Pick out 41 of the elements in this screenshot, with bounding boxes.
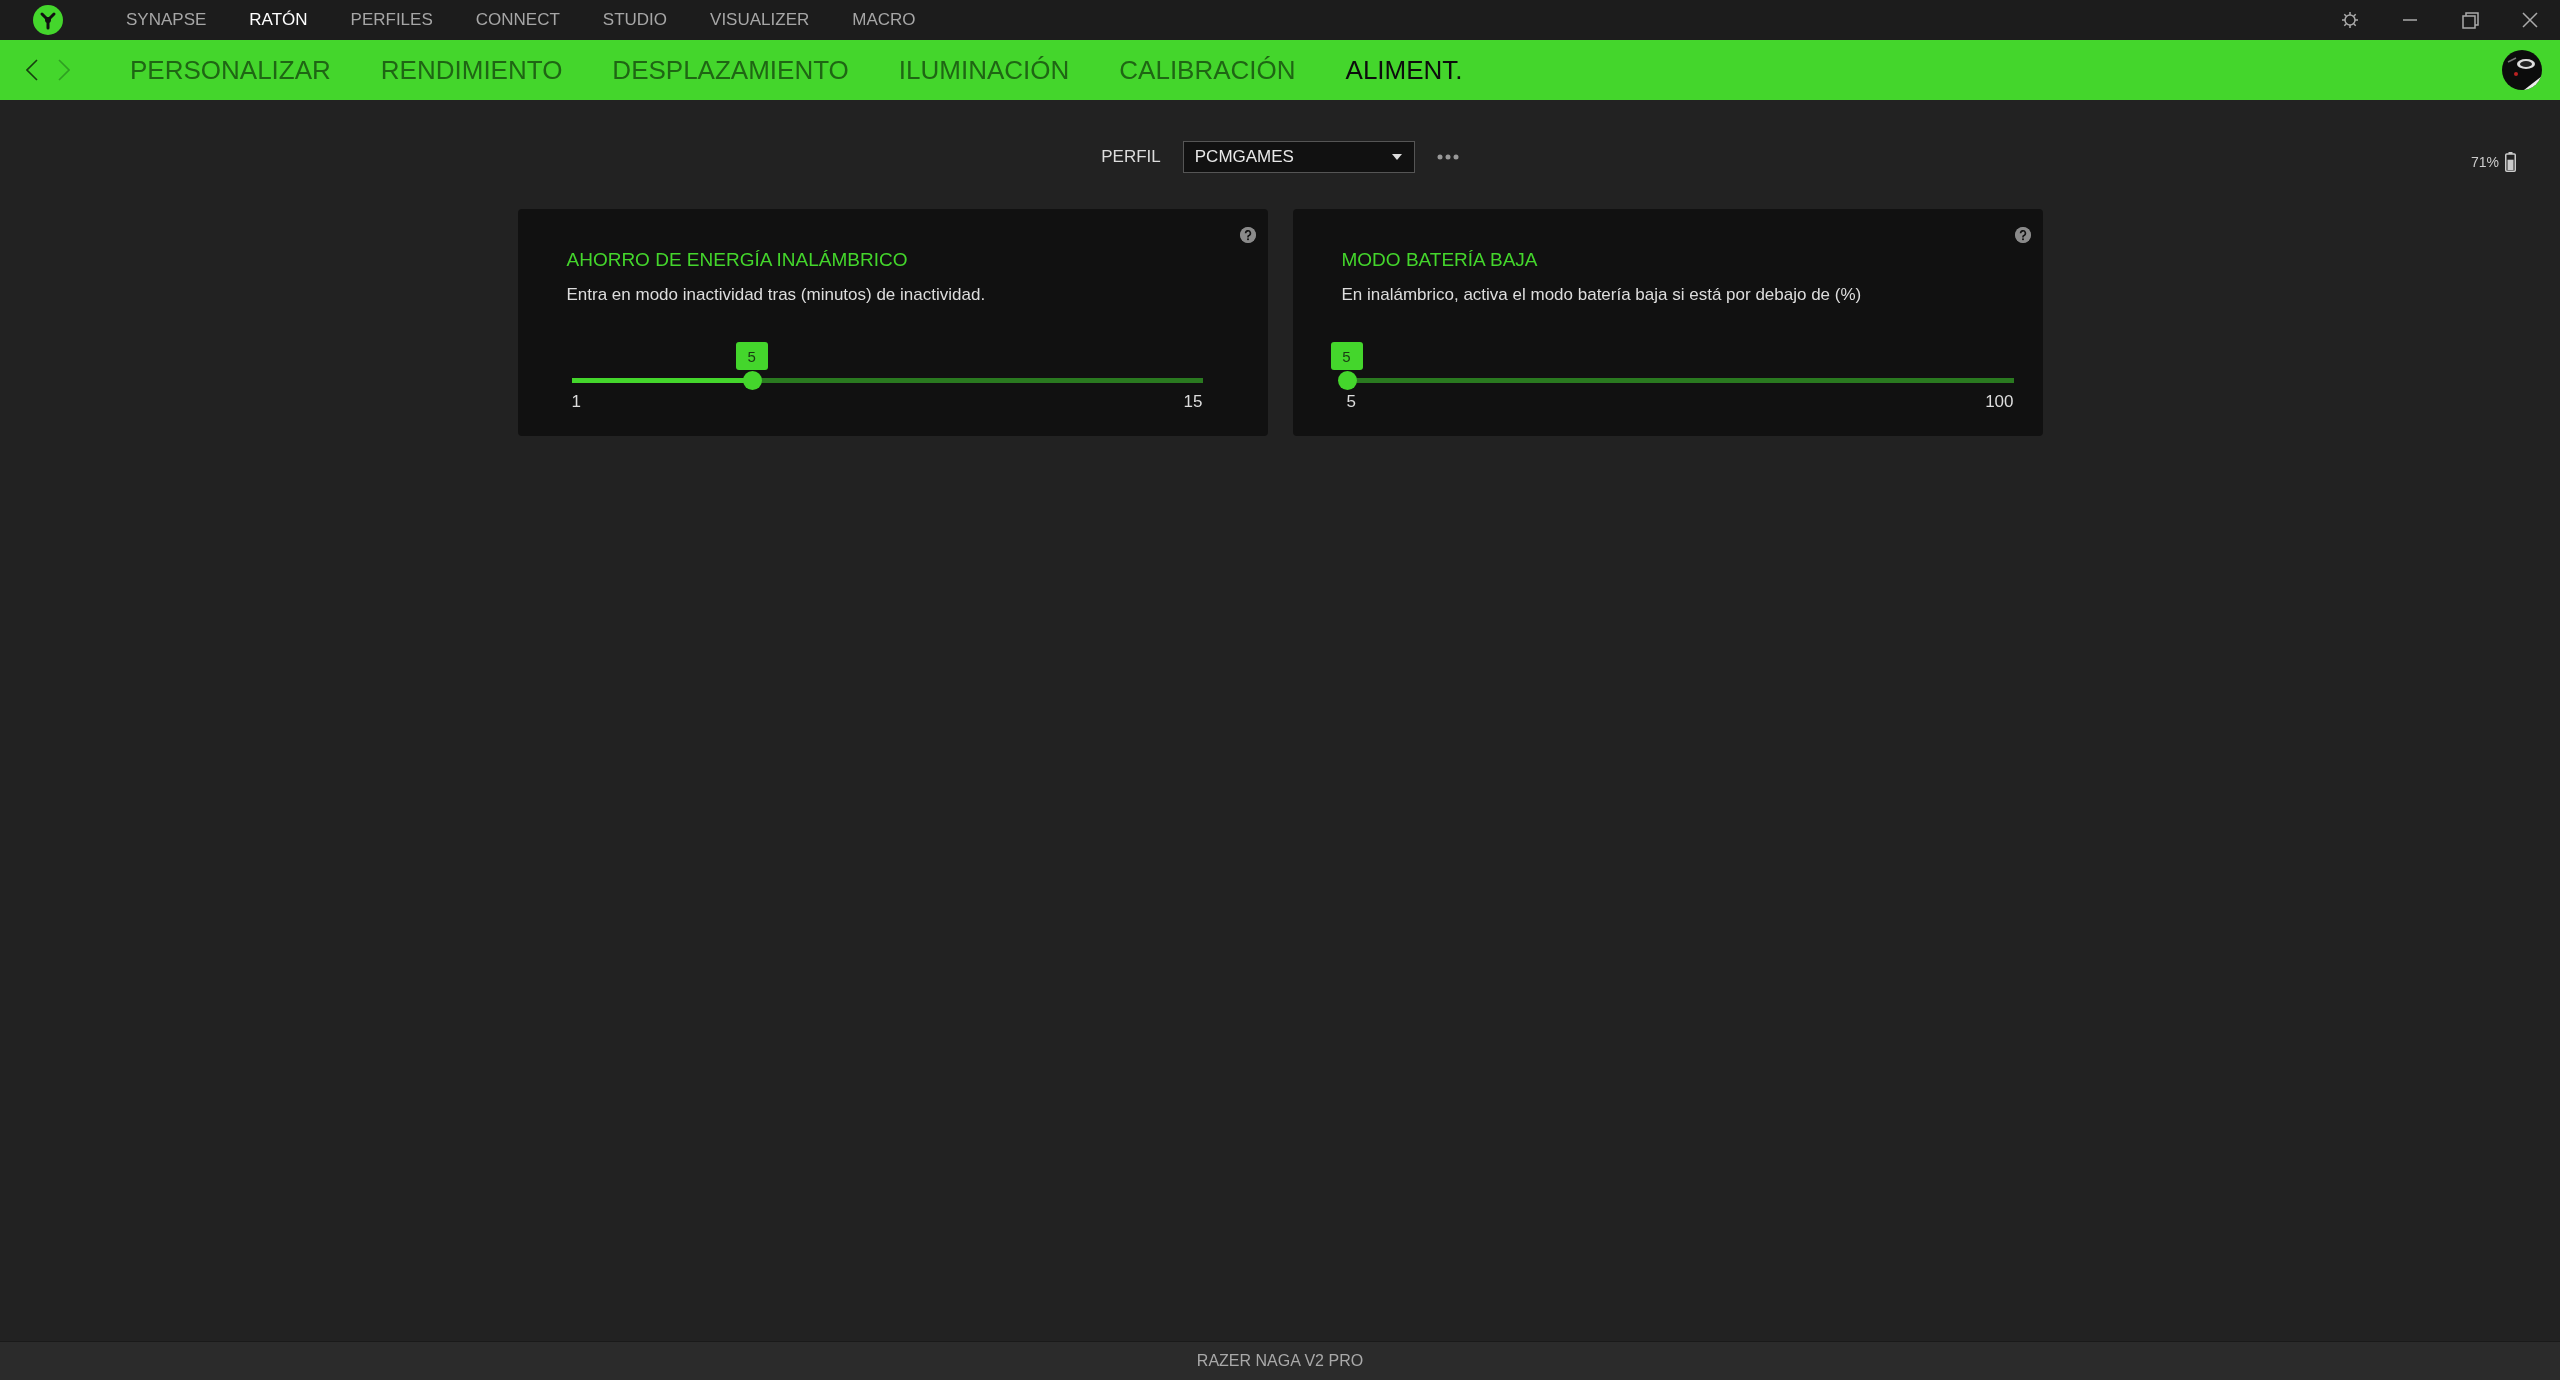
battery-icon <box>2505 152 2516 172</box>
slider-max: 100 <box>1985 392 2014 412</box>
slider-value: 5 <box>1330 342 1363 370</box>
section-tab[interactable]: ILUMINACIÓN <box>898 54 1070 86</box>
nav-tab[interactable]: RATÓN <box>249 10 308 30</box>
slider-thumb[interactable] <box>742 371 762 390</box>
settings-icon <box>2341 11 2359 29</box>
slider-max: 15 <box>1183 392 1203 412</box>
slider-thumb[interactable] <box>1337 371 1357 390</box>
battery-reading: 71% <box>2470 154 2499 170</box>
slider-min: 1 <box>571 392 581 412</box>
restore-icon <box>2461 11 2479 29</box>
device-name: RAZER NAGA V2 PRO <box>1196 1352 1364 1370</box>
nav-tab[interactable]: CONNECT <box>475 10 560 30</box>
razer-logo[interactable] <box>33 5 63 35</box>
section-tab[interactable]: ALIMENT. <box>1345 54 1463 86</box>
slider-value: 5 <box>735 342 768 370</box>
help-icon[interactable] <box>1239 227 1256 243</box>
section-tab[interactable]: PERSONALIZAR <box>130 54 331 86</box>
card-description: En inalámbrico, activa el modo batería baja si está por debajo de (%) <box>1341 285 1863 305</box>
help-icon[interactable] <box>2014 227 2031 243</box>
close-icon <box>2522 12 2538 28</box>
slider-min: 5 <box>1346 392 1356 412</box>
chevron-left-icon <box>26 59 38 81</box>
section-tab[interactable]: RENDIMIENTO <box>380 54 563 86</box>
section-tab[interactable]: CALIBRACIÓN <box>1119 54 1296 86</box>
profile-dropdown[interactable]: PCMGAMES <box>1182 141 1415 173</box>
more-icon[interactable] <box>1436 154 1459 160</box>
nav-tab[interactable]: STUDIO <box>602 10 668 30</box>
nav-tab[interactable]: MACRO <box>852 10 916 30</box>
section-tab[interactable]: DESPLAZAMIENTO <box>612 54 849 86</box>
minimize-icon <box>2402 18 2418 22</box>
caret-icon <box>1391 154 1402 160</box>
card-title: AHORRO DE ENERGÍA INALÁMBRICO <box>566 249 909 271</box>
nav-tab[interactable]: PERFILES <box>350 10 433 30</box>
card-title: MODO BATERÍA BAJA <box>1341 249 1539 271</box>
card-description: Entra en modo inactividad tras (minutos) de inactividad. <box>566 285 987 305</box>
nav-tab[interactable]: VISUALIZER <box>710 10 810 30</box>
nav-tab[interactable]: SYNAPSE <box>126 10 207 30</box>
chevron-right-icon <box>58 59 70 81</box>
profile-label: PERFIL <box>1101 147 1161 167</box>
